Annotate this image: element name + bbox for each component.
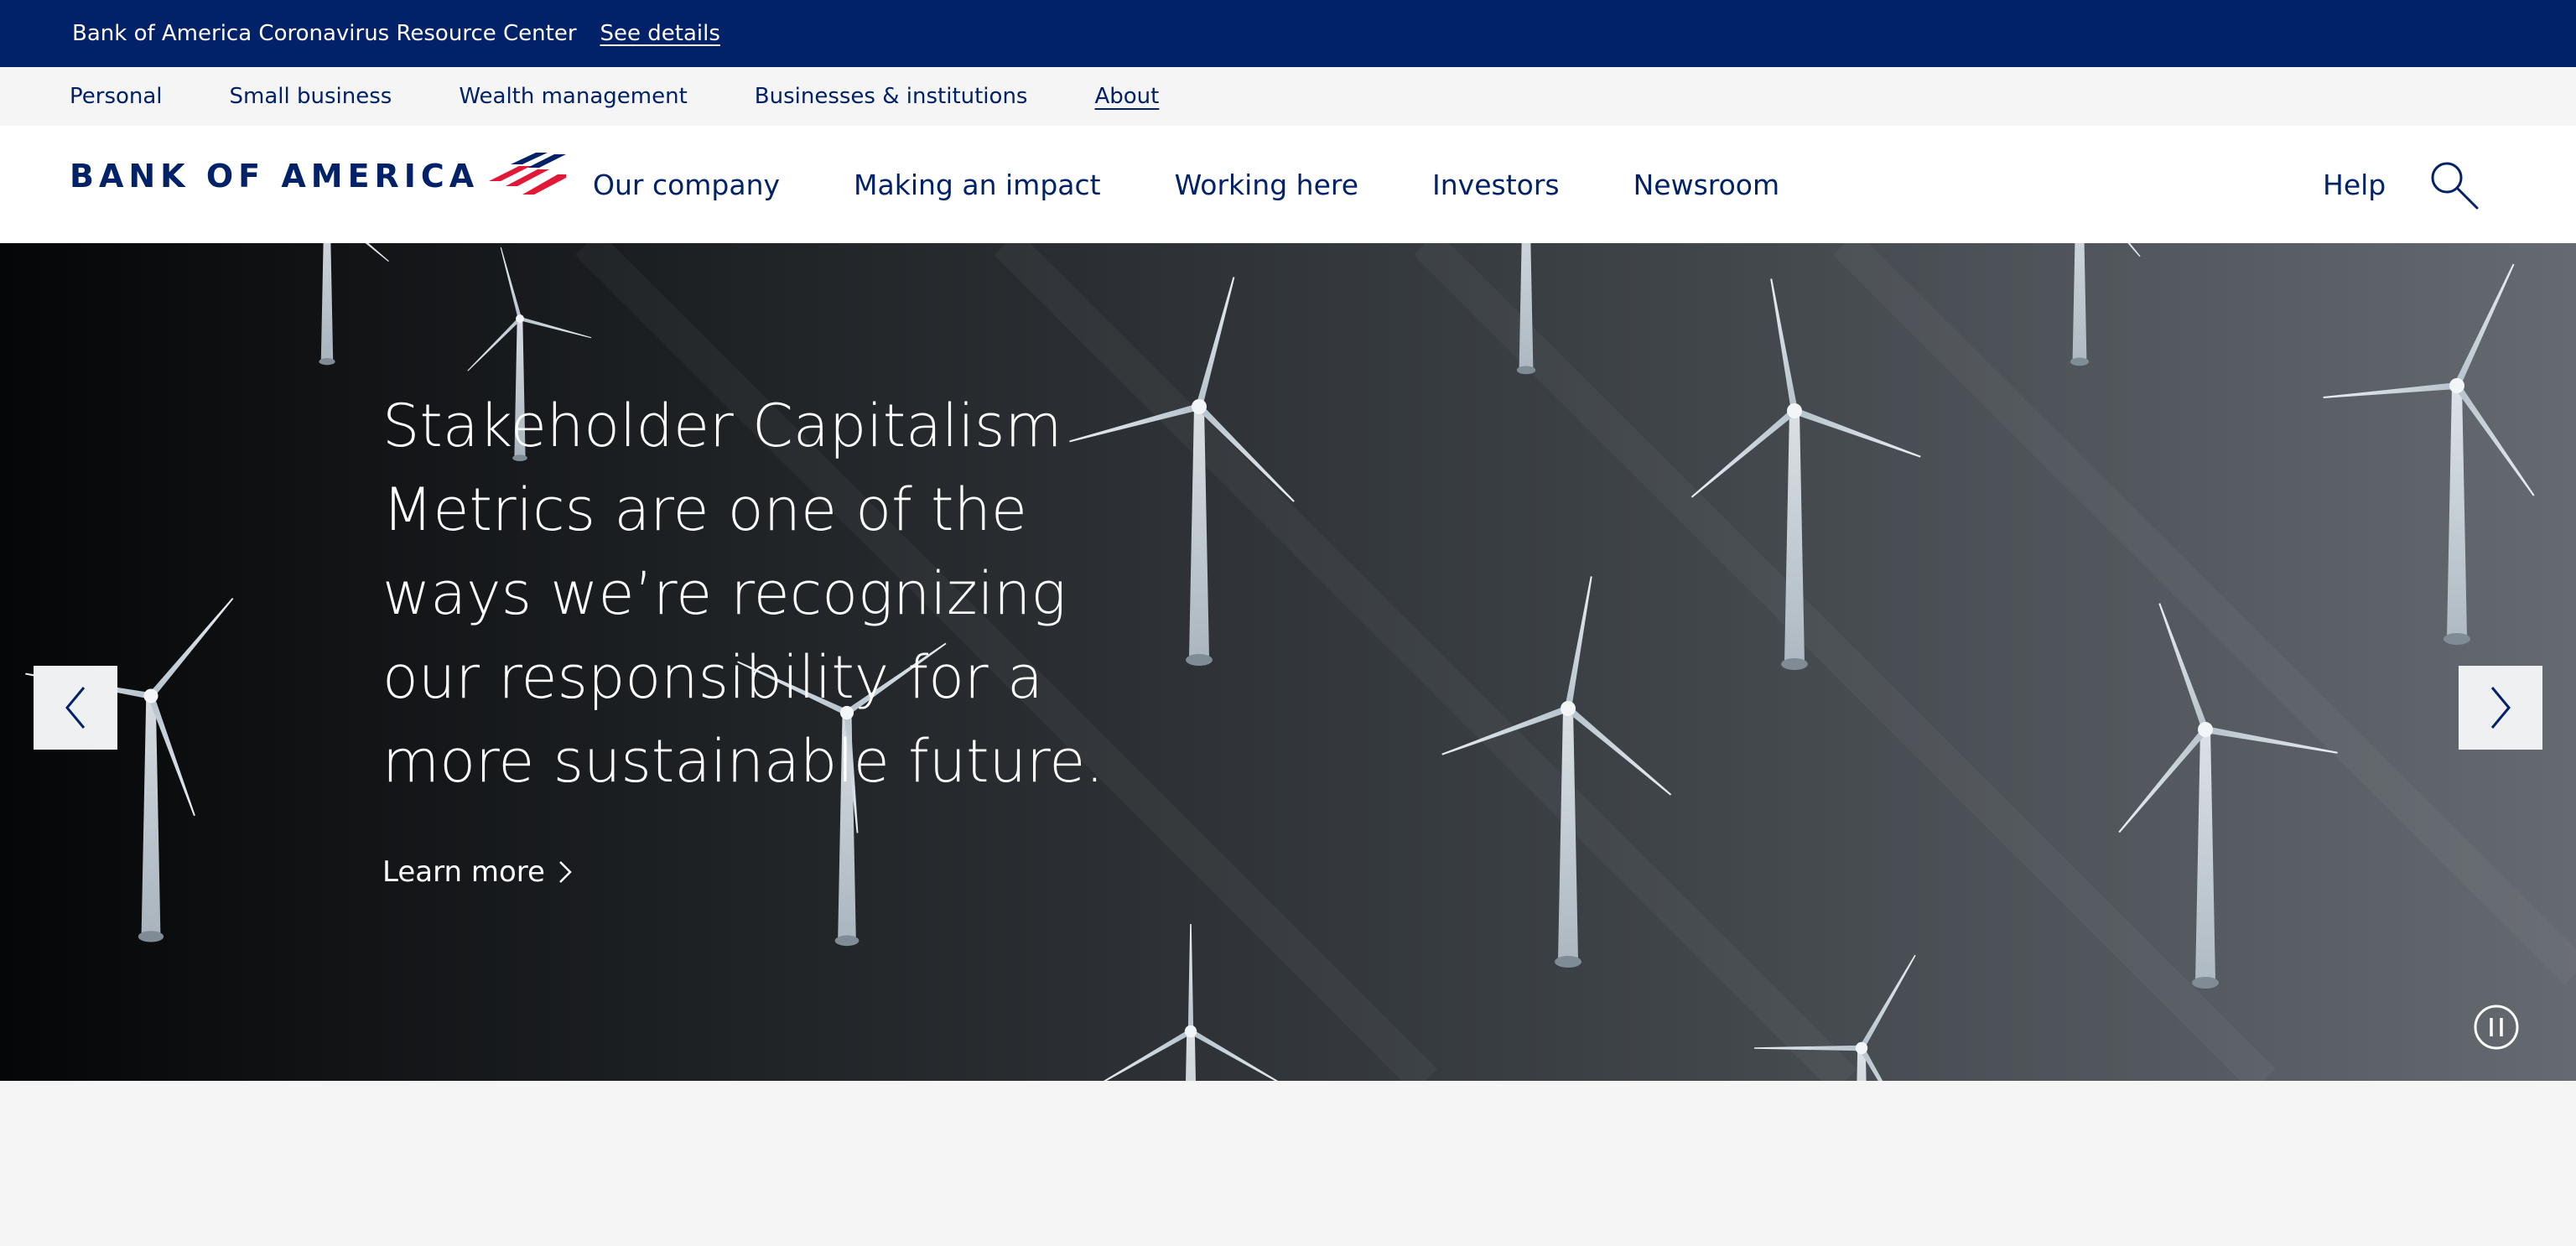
hero-headline: Stakeholder Capitalism Metrics are one o… — [382, 384, 1137, 803]
nav-working-here[interactable]: Working here — [1175, 169, 1358, 201]
pause-icon — [2474, 1005, 2519, 1050]
main-nav: Our company Making an impact Working her… — [593, 126, 1853, 243]
help-link[interactable]: Help — [2323, 126, 2386, 243]
learn-more-label: Learn more — [382, 855, 545, 889]
hero-headline-line: Metrics are one of the — [382, 475, 1027, 544]
nav-our-company[interactable]: Our company — [593, 169, 780, 201]
nav-making-an-impact[interactable]: Making an impact — [854, 169, 1101, 201]
chevron-right-icon — [559, 861, 572, 883]
hero-carousel: Stakeholder Capitalism Metrics are one o… — [0, 243, 2576, 1081]
carousel-prev-button[interactable] — [34, 666, 117, 750]
chevron-left-icon — [65, 687, 86, 729]
hero-headline-line: Stakeholder Capitalism — [382, 392, 1062, 460]
nav-newsroom[interactable]: Newsroom — [1633, 169, 1780, 201]
hero-headline-line: ways we’re recognizing — [382, 559, 1067, 628]
segment-wealth-management[interactable]: Wealth management — [459, 84, 687, 109]
carousel-pause-button[interactable] — [2473, 1004, 2520, 1051]
learn-more-link[interactable]: Learn more — [382, 855, 574, 889]
segment-personal[interactable]: Personal — [70, 84, 163, 109]
segment-businesses-institutions[interactable]: Businesses & institutions — [755, 84, 1028, 109]
search-icon — [2431, 162, 2479, 210]
notice-bar: Bank of America Coronavirus Resource Cen… — [0, 0, 2576, 67]
segment-small-business[interactable]: Small business — [230, 84, 392, 109]
main-header: BANK OF AMERICA Our company Making an im… — [0, 126, 2576, 243]
nav-investors[interactable]: Investors — [1432, 169, 1560, 201]
notice-text: Bank of America Coronavirus Resource Cen… — [72, 21, 577, 46]
segment-nav: Personal Small business Wealth managemen… — [0, 67, 2576, 126]
chevron-right-icon — [2490, 687, 2511, 729]
search-button[interactable] — [2428, 159, 2482, 213]
logo-wordmark: BANK OF AMERICA — [70, 158, 480, 195]
bank-of-america-logo[interactable]: BANK OF AMERICA — [70, 151, 567, 201]
see-details-link[interactable]: See details — [600, 21, 720, 46]
segment-about[interactable]: About — [1094, 84, 1159, 109]
hero-copy: Stakeholder Capitalism Metrics are one o… — [382, 384, 1137, 803]
hero-headline-line: more sustainable future. — [382, 727, 1104, 796]
flag-icon — [489, 153, 567, 195]
hero-headline-line: our responsibility for a — [382, 643, 1043, 712]
below-hero-area — [0, 1081, 2576, 1246]
carousel-next-button[interactable] — [2459, 666, 2542, 750]
